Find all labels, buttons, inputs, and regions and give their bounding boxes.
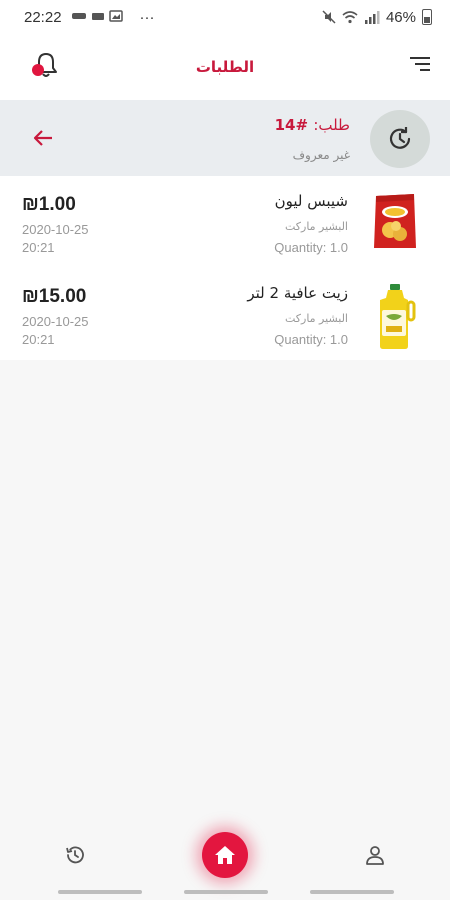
app-notification-icon: [71, 9, 123, 22]
order-history-icon: [389, 127, 411, 149]
app-header: الطلبات: [0, 34, 450, 100]
menu-button[interactable]: [410, 56, 430, 72]
nav-profile-button[interactable]: [364, 844, 386, 866]
item-date: 2020-10-25: [22, 222, 89, 237]
order-item[interactable]: شيبس ليون البشير ماركت Quantity: 1.0 ₪1.…: [0, 176, 450, 268]
status-right: 46%: [322, 9, 432, 26]
nav-history-button[interactable]: [64, 844, 86, 866]
menu-icon: [410, 57, 430, 71]
order-items-list: شيبس ليون البشير ماركت Quantity: 1.0 ₪1.…: [0, 176, 450, 360]
bottom-nav: [0, 818, 450, 900]
order-number: #14: [274, 116, 309, 134]
arrow-left-icon: [33, 130, 52, 146]
order-label: طلب:: [313, 116, 350, 134]
signal-icon: [364, 11, 380, 24]
battery-percent: 46%: [385, 8, 416, 26]
notification-badge: [32, 64, 44, 76]
order-avatar: [370, 110, 430, 168]
item-store: البشير ماركت: [284, 220, 348, 233]
order-header: طلب: #14 غير معروف: [0, 100, 450, 176]
oil-bottle-image: [370, 284, 420, 349]
order-title: طلب: #14: [275, 116, 350, 134]
status-time: 22:22: [24, 8, 62, 26]
item-quantity: Quantity: 1.0: [274, 240, 348, 255]
item-price: ₪15.00: [22, 286, 87, 307]
nav-home-button[interactable]: [202, 832, 248, 878]
item-store: البشير ماركت: [284, 312, 348, 325]
notifications-button[interactable]: [30, 50, 62, 82]
battery-icon: [422, 9, 432, 25]
item-date: 2020-10-25: [22, 314, 89, 329]
more-notifications: ···: [139, 8, 155, 26]
profile-icon: [366, 846, 384, 865]
item-price: ₪1.00: [22, 194, 76, 215]
order-status: غير معروف: [292, 148, 350, 162]
status-bar: 22:22 ··· 46%: [0, 0, 450, 34]
item-time: 20:21: [22, 332, 55, 347]
history-icon: [66, 846, 84, 864]
notification-icons: [71, 9, 130, 25]
back-button[interactable]: [32, 127, 54, 149]
order-item[interactable]: زيت عافية 2 لتر البشير ماركت Quantity: 1…: [0, 268, 450, 360]
gesture-bar-center: [184, 890, 268, 894]
page-title: الطلبات: [195, 58, 255, 76]
wifi-icon: [342, 11, 358, 24]
mute-icon: [322, 10, 336, 24]
item-name: شيبس ليون: [274, 192, 348, 210]
chips-bag-image: [370, 192, 420, 250]
item-quantity: Quantity: 1.0: [274, 332, 348, 347]
home-icon: [215, 846, 235, 864]
status-left: 22:22 ···: [24, 9, 155, 26]
item-time: 20:21: [22, 240, 55, 255]
gesture-bar-right: [310, 890, 394, 894]
item-name: زيت عافية 2 لتر: [247, 284, 348, 302]
gesture-bar-left: [58, 890, 142, 894]
